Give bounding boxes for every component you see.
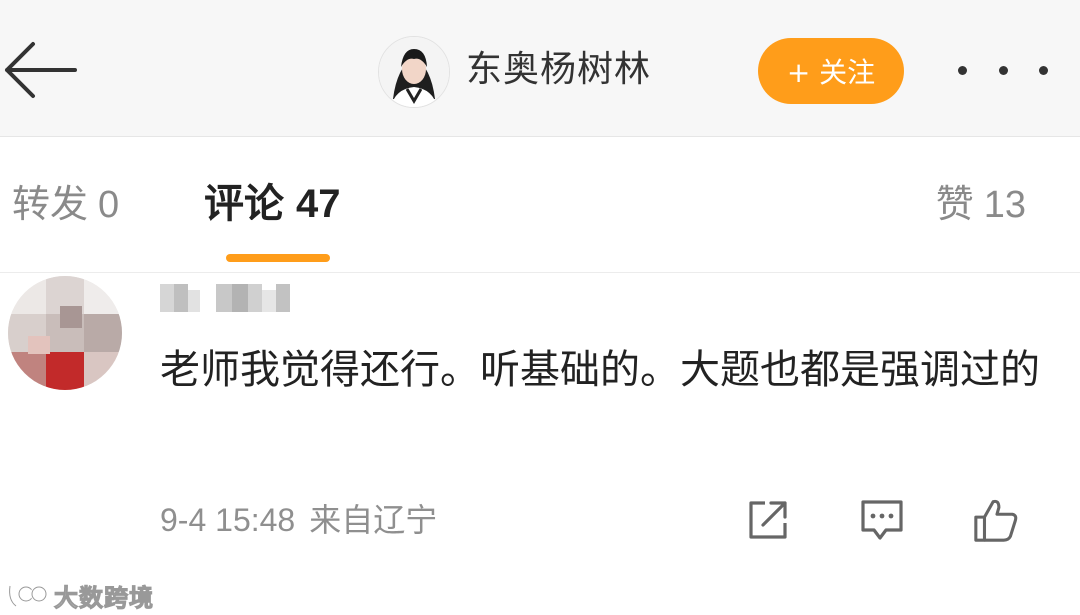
more-button[interactable] (958, 58, 1048, 82)
share-button[interactable] (744, 496, 792, 544)
author-name[interactable]: 东奥杨树林 (466, 48, 651, 92)
tab-comments[interactable]: 评论 47 (204, 182, 341, 226)
author-avatar[interactable] (378, 36, 450, 108)
comment-icon (861, 500, 903, 540)
comment-time: 9-4 15:48 (160, 502, 296, 538)
tab-likes-label: 赞 (935, 182, 974, 226)
commenter-name-pixelated[interactable] (160, 282, 300, 316)
commenter-avatar[interactable] (8, 276, 122, 390)
tab-likes[interactable]: 赞 13 (936, 182, 1026, 227)
follow-button[interactable]: + 关注 (758, 38, 904, 104)
tab-bar: 转发 0 评论 47 赞 13 (0, 137, 1080, 273)
reply-button[interactable] (858, 496, 906, 544)
watermark: 大数跨境 (6, 578, 154, 612)
tab-likes-count: 13 (983, 184, 1026, 226)
more-dot (1039, 65, 1048, 75)
more-dot (998, 65, 1008, 75)
arrow-left-icon (5, 42, 77, 98)
tab-repost-count: 0 (98, 184, 120, 226)
active-tab-indicator (226, 254, 330, 262)
top-bar: 东奥杨树林 + 关注 (0, 0, 1080, 137)
page: 东奥杨树林 + 关注 转发 0 评论 47 赞 13 老师我觉得还行。听基础的。… (0, 0, 1080, 615)
comment-text: 老师我觉得还行。听基础的。大题也都是强调过的 (160, 347, 1040, 393)
comment-meta: 9-4 15:48 来自辽宁 (160, 500, 437, 540)
watermark-logo-icon (7, 585, 48, 608)
more-dot (958, 65, 967, 75)
tab-comments-count: 47 (296, 182, 341, 226)
tab-repost-label: 转发 (12, 182, 89, 226)
thumbs-up-icon (974, 499, 1018, 542)
share-icon (749, 501, 787, 539)
tab-comments-label: 评论 (204, 181, 284, 227)
watermark-text: 大数跨境 (54, 583, 154, 612)
tab-repost[interactable]: 转发 0 (12, 182, 119, 227)
like-button[interactable] (972, 496, 1020, 544)
comment-source: 来自辽宁 (309, 501, 438, 539)
back-button[interactable] (0, 40, 80, 100)
